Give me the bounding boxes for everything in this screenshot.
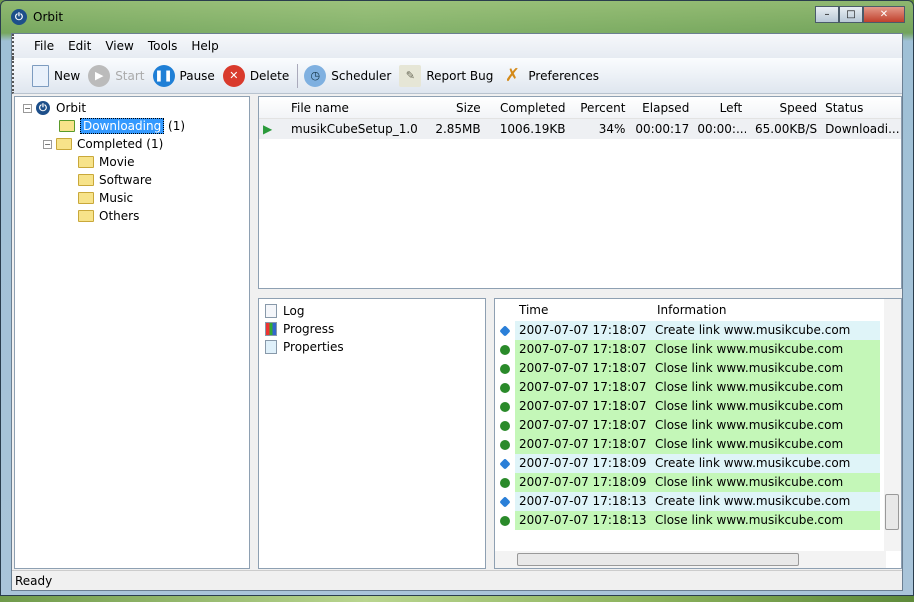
download-list: File name Size Completed Percent Elapsed… [258,96,902,289]
delete-icon: ✕ [222,64,245,87]
report-bug-icon: ✎ [399,64,422,87]
view-properties[interactable]: Properties [265,338,479,356]
toolbar-divider [297,63,299,88]
toolbar: New ▶ Start ❚❚ Pause ✕ Delete ◷ Scheduler ✎ R… [12,58,902,94]
info-icon [495,382,515,393]
start-button[interactable]: ▶ Start [88,64,145,87]
folder-icon [56,138,72,150]
col-completed[interactable]: Completed [485,101,570,115]
downloading-folder-icon [59,120,75,132]
vertical-scrollbar[interactable] [884,299,901,551]
tree-item-software[interactable]: Software [23,171,249,189]
scrollbar-thumb[interactable] [885,494,899,530]
properties-icon [265,340,277,354]
col-elapsed[interactable]: Elapsed [629,101,693,115]
downloading-icon: ▶ [263,122,273,136]
menu-bar: File Edit View Tools Help [12,34,902,58]
log-row[interactable]: 2007-07-07 17:18:07 Close link www.musikc… [495,359,901,378]
status-bar: Ready [12,570,902,590]
orbit-logo-icon: ⏻ [11,9,27,25]
clock-icon: ◷ [304,64,327,87]
col-left[interactable]: Left [693,101,746,115]
log-row[interactable]: 2007-07-07 17:18:07 Close link www.musikc… [495,397,901,416]
scrollbar-thumb[interactable] [517,553,799,566]
create-link-icon [495,495,515,508]
play-icon: ▶ [88,64,111,87]
pause-icon: ❚❚ [152,64,175,87]
folder-icon [78,156,94,168]
folder-icon [78,192,94,204]
delete-button[interactable]: ✕ Delete [222,64,289,87]
new-document-icon [32,64,49,87]
col-file-name[interactable]: File name [287,101,417,115]
pause-button[interactable]: ❚❚ Pause [152,64,215,87]
log-row[interactable]: 2007-07-07 17:18:07 Create link www.musik… [495,321,901,340]
close-button[interactable]: ✕ [863,6,905,23]
minimize-button[interactable]: – [815,6,839,23]
progress-chart-icon [265,322,277,336]
view-progress[interactable]: Progress [265,320,479,338]
menu-tools[interactable]: Tools [148,39,178,53]
info-icon [495,401,515,412]
col-time[interactable]: Time [517,303,657,317]
col-status[interactable]: Status [821,101,901,115]
tools-icon: ✗ [504,65,520,86]
client-area: File Edit View Tools Help New ▶ Start ❚❚ P… [11,33,903,591]
log-row[interactable]: 2007-07-07 17:18:09 Create link www.musik… [495,454,901,473]
menu-edit[interactable]: Edit [68,39,91,53]
log-icon [265,304,277,318]
category-tree: − ⏻ Orbit Downloading (1) − Completed (1) M… [14,96,250,569]
collapse-icon[interactable]: − [23,103,32,113]
create-link-icon [495,324,515,337]
new-button[interactable]: New [32,64,80,87]
tree-item-movie[interactable]: Movie [23,153,249,171]
orbit-window: ⏻ Orbit – □ ✕ File Edit View Tools Help … [0,0,914,596]
info-icon [495,515,515,526]
report-bug-button[interactable]: ✎ Report Bug [399,64,493,87]
info-icon [495,439,515,450]
tree-item-completed[interactable]: − Completed (1) [23,135,249,153]
log-row[interactable]: 2007-07-07 17:18:07 Close link www.musikc… [495,435,901,454]
table-row[interactable]: ▶ musikCubeSetup_1.0... 2.85MB 1006.19KB… [259,119,901,139]
menu-help[interactable]: Help [191,39,218,53]
col-information[interactable]: Information [657,303,726,317]
maximize-button[interactable]: □ [839,6,863,23]
tree-item-downloading[interactable]: Downloading (1) [23,117,249,135]
info-icon [495,477,515,488]
col-percent[interactable]: Percent [570,101,630,115]
menu-view[interactable]: View [105,39,133,53]
log-panel: Time Information 2007-07-07 17:18:07 Crea… [494,298,902,569]
folder-icon [78,174,94,186]
log-row[interactable]: 2007-07-07 17:18:13 Create link www.musik… [495,492,901,511]
log-row[interactable]: 2007-07-07 17:18:13 Close link www.musikc… [495,511,901,530]
log-row[interactable]: 2007-07-07 17:18:09 Close link www.musikc… [495,473,901,492]
tree-item-others[interactable]: Others [23,207,249,225]
info-icon [495,344,515,355]
preferences-button[interactable]: ✗ Preferences [501,65,599,87]
horizontal-scrollbar[interactable] [495,551,886,568]
list-header: File name Size Completed Percent Elapsed… [259,97,901,119]
folder-icon [78,210,94,222]
log-row[interactable]: 2007-07-07 17:18:07 Close link www.musikc… [495,416,901,435]
info-icon [495,363,515,374]
tree-item-orbit[interactable]: − ⏻ Orbit [23,99,249,117]
info-icon [495,420,515,431]
view-log[interactable]: Log [265,302,479,320]
create-link-icon [495,457,515,470]
tree-item-music[interactable]: Music [23,189,249,207]
log-row[interactable]: 2007-07-07 17:18:07 Close link www.musikc… [495,340,901,359]
log-header: Time Information [495,299,901,321]
menu-file[interactable]: File [34,39,54,53]
title-bar[interactable]: ⏻ Orbit – □ ✕ [1,1,913,33]
collapse-icon[interactable]: − [43,139,52,149]
col-size[interactable]: Size [417,101,485,115]
window-title: Orbit [33,10,64,24]
orbit-icon: ⏻ [36,101,50,115]
detail-view-list: Log Progress Properties [258,298,486,569]
log-row[interactable]: 2007-07-07 17:18:07 Close link www.musikc… [495,378,901,397]
scheduler-button[interactable]: ◷ Scheduler [304,64,391,87]
col-speed[interactable]: Speed [746,101,821,115]
